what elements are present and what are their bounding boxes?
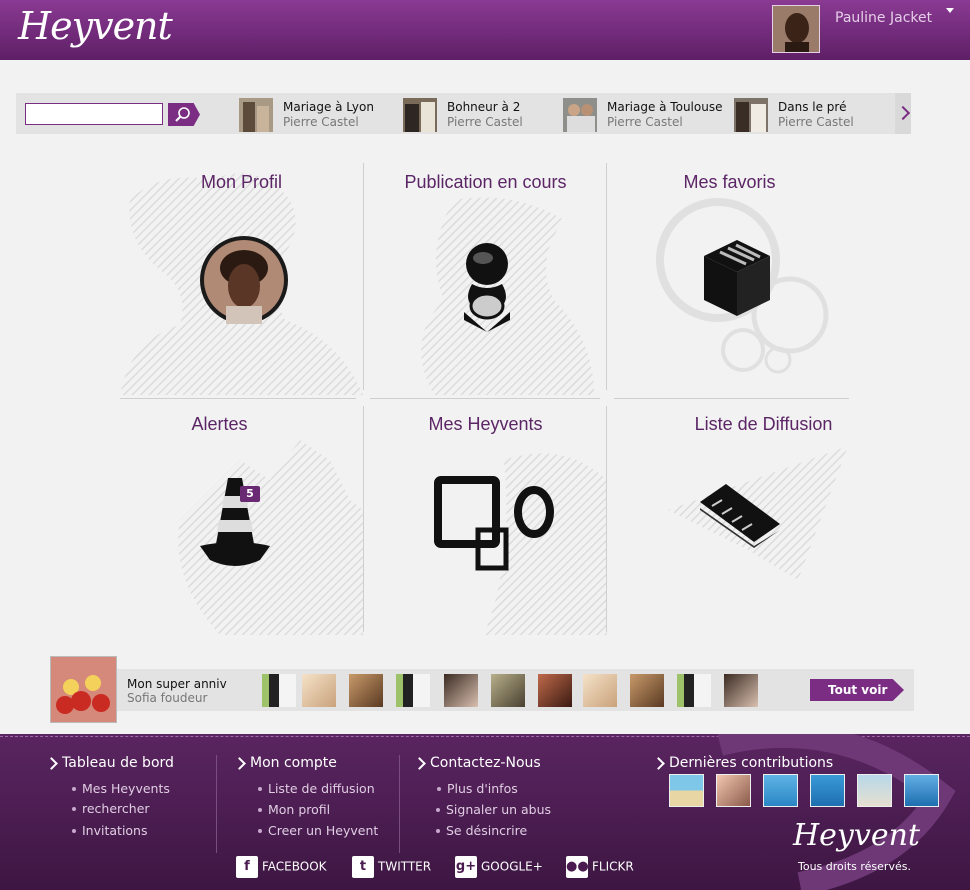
facebook-label: FACEBOOK <box>262 859 327 874</box>
logo[interactable]: Heyvent <box>18 4 173 48</box>
footer-link[interactable]: Mon profil <box>257 802 330 817</box>
tile-mon-profil[interactable]: Mon Profil <box>120 160 363 395</box>
header: Heyvent Pauline Jacket <box>0 0 970 60</box>
avatar <box>200 236 288 324</box>
tile-alertes[interactable]: Alertes 5 <box>120 400 363 635</box>
event-photo-thumbnail[interactable] <box>538 674 572 707</box>
user-name[interactable]: Pauline Jacket <box>835 10 932 26</box>
event-thumbnail <box>403 98 437 132</box>
event-photo-thumbnail[interactable] <box>444 674 478 707</box>
footer-link[interactable]: Signaler un abus <box>435 802 551 817</box>
contribution-thumbnail[interactable] <box>904 774 939 807</box>
event-author: Pierre Castel <box>778 115 854 129</box>
contribution-thumbnail[interactable] <box>810 774 845 807</box>
grid-divider <box>363 406 364 632</box>
contribution-thumbnail[interactable] <box>669 774 704 807</box>
tile-title: Mes favoris <box>683 172 776 192</box>
picture-frames-icon <box>434 476 554 571</box>
event-title: Mariage à Toulouse <box>607 100 723 114</box>
tile-mes-heyvents[interactable]: Mes Heyvents <box>364 400 607 635</box>
twitter-label: TWITTER <box>378 859 432 874</box>
event-photo-thumbnail[interactable] <box>583 674 617 707</box>
event-photo-thumbnail[interactable] <box>262 674 296 707</box>
tile-title: Mon Profil <box>200 172 283 192</box>
event-thumbnail <box>563 98 597 132</box>
googleplus-link[interactable]: g+ GOOGLE+ <box>455 856 543 878</box>
grid-divider <box>363 163 364 390</box>
event-photo-thumbnail[interactable] <box>630 674 664 707</box>
user-avatar[interactable] <box>772 5 820 53</box>
box-icon <box>704 240 770 316</box>
footer-link[interactable]: rechercher <box>72 801 150 816</box>
event-photo-thumbnail[interactable] <box>349 674 383 707</box>
footer-dashboard-heading[interactable]: Tableau de bord <box>62 755 174 771</box>
grid-divider <box>606 406 607 632</box>
googleplus-icon: g+ <box>455 856 477 878</box>
event-author: Pierre Castel <box>283 115 359 129</box>
event-photo-thumbnail[interactable] <box>491 674 525 707</box>
contribution-thumbnail[interactable] <box>763 774 798 807</box>
grid-divider <box>614 398 849 399</box>
featured-event-title[interactable]: Mon super anniv <box>127 677 227 691</box>
twitter-icon: t <box>352 856 374 878</box>
contribution-thumbnail[interactable] <box>857 774 892 807</box>
alert-count-badge: 5 <box>240 486 260 502</box>
footer-link[interactable]: Creer un Heyvent <box>257 823 378 838</box>
event-author: Pierre Castel <box>447 115 523 129</box>
flickr-link[interactable]: ●● FLICKR <box>566 856 634 878</box>
hourglass-icon <box>464 243 510 332</box>
tile-liste-de-diffusion[interactable]: Liste de Diffusion <box>608 400 851 635</box>
search-button[interactable] <box>168 103 200 126</box>
see-all-button[interactable]: Tout voir <box>810 679 904 701</box>
event-title: Dans le pré <box>778 100 847 114</box>
copyright-text: Tous droits réservés. <box>798 860 911 873</box>
tile-title: Alertes <box>191 414 248 434</box>
googleplus-label: GOOGLE+ <box>481 859 543 874</box>
facebook-link[interactable]: f FACEBOOK <box>236 856 327 878</box>
event-photo-thumbnail[interactable] <box>302 674 336 707</box>
footer-link[interactable]: Invitations <box>72 823 148 838</box>
tile-title: Publication en cours <box>404 172 567 192</box>
event-thumbnail <box>734 98 768 132</box>
event-photo-thumbnail[interactable] <box>677 674 711 707</box>
flickr-icon: ●● <box>566 856 589 878</box>
search-input[interactable] <box>25 103 163 125</box>
grid-divider <box>120 398 356 399</box>
footer-link[interactable]: Liste de diffusion <box>258 781 375 796</box>
tile-title: Mes Heyvents <box>428 414 543 434</box>
tile-mes-favoris[interactable]: Mes favoris <box>608 160 851 395</box>
flickr-label: FLICKR <box>592 859 634 874</box>
tile-title: Liste de Diffusion <box>694 414 833 434</box>
footer-account-heading[interactable]: Mon compte <box>250 755 337 771</box>
featured-event-author: Sofia foudeur <box>127 691 208 705</box>
event-thumbnail <box>239 98 273 132</box>
event-photo-thumbnail[interactable] <box>724 674 758 707</box>
grid-divider <box>606 163 607 390</box>
featured-event-photo[interactable] <box>50 656 117 723</box>
list-icon <box>700 484 780 548</box>
twitter-link[interactable]: t TWITTER <box>352 856 431 878</box>
event-title: Bohneur à 2 <box>447 100 521 114</box>
event-photo-thumbnail[interactable] <box>396 674 430 707</box>
search-events-strip: Mariage à Lyon Pierre Castel Bohneur à 2… <box>16 93 911 134</box>
grid-divider <box>370 398 600 399</box>
user-menu-caret-icon[interactable] <box>946 8 954 13</box>
latest-contributions-heading: Dernières contributions <box>669 755 834 771</box>
footer-link[interactable]: Plus d'infos <box>437 781 518 796</box>
next-arrow-icon[interactable] <box>895 93 911 134</box>
footer-link[interactable]: Mes Heyvents <box>72 781 170 796</box>
search-icon <box>175 107 190 122</box>
tile-publication-en-cours[interactable]: Publication en cours <box>364 160 607 395</box>
facebook-icon: f <box>236 856 258 878</box>
featured-event-strip: Mon super anniv Sofia foudeur Tout voir <box>50 669 914 711</box>
footer-column-divider <box>399 755 400 853</box>
event-title: Mariage à Lyon <box>283 100 374 114</box>
logo-text: Heyvent <box>18 4 173 48</box>
contribution-thumbnail[interactable] <box>716 774 751 807</box>
footer-link[interactable]: Se désincrire <box>435 823 527 838</box>
event-author: Pierre Castel <box>607 115 683 129</box>
footer-contact-heading[interactable]: Contactez-Nous <box>430 755 541 771</box>
footer-column-divider <box>216 755 217 853</box>
footer-logo[interactable]: Heyvent <box>793 818 920 853</box>
